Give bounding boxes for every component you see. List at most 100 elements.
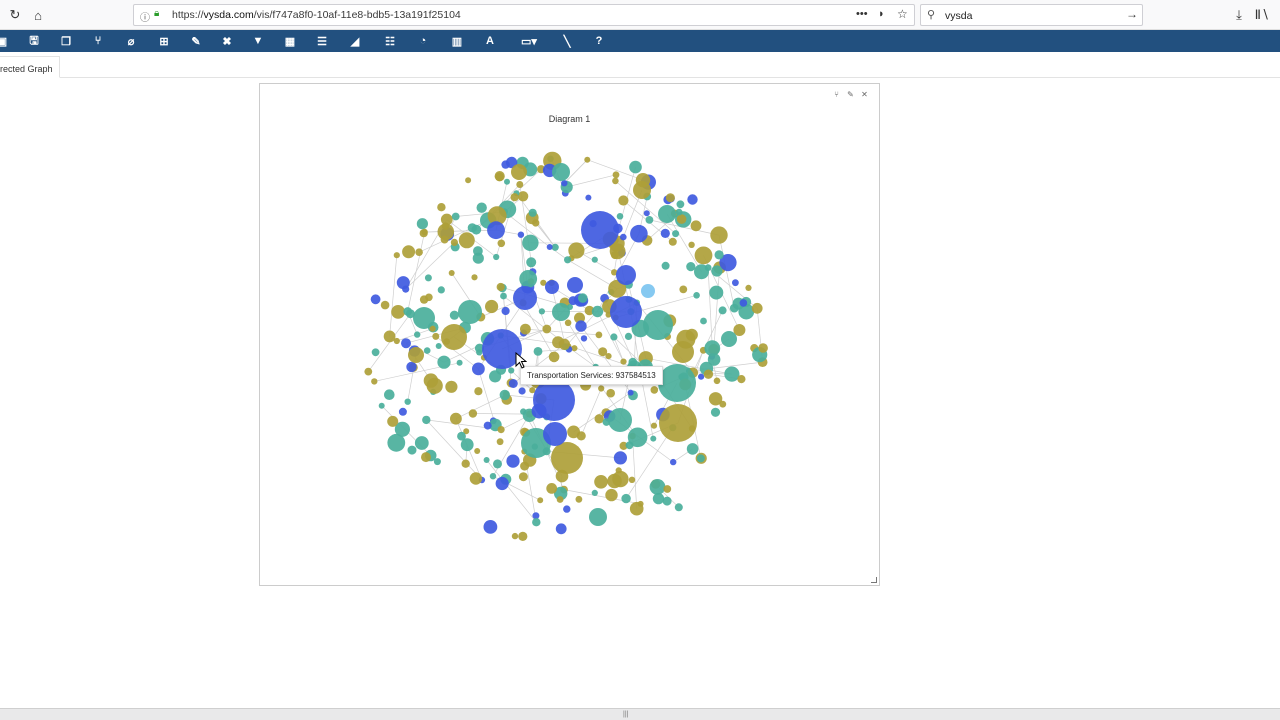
graph-node[interactable] — [696, 454, 705, 463]
graph-node[interactable] — [416, 218, 428, 230]
graph-node[interactable] — [404, 398, 411, 405]
graph-node[interactable] — [370, 294, 381, 305]
graph-node[interactable] — [414, 331, 421, 338]
graph-node[interactable] — [469, 472, 483, 485]
graph-node[interactable] — [421, 228, 428, 236]
graph-node[interactable] — [616, 265, 636, 285]
graph-node[interactable] — [542, 324, 552, 334]
graph-node[interactable] — [709, 285, 724, 300]
graph-node[interactable] — [620, 233, 627, 241]
graph-node[interactable] — [591, 305, 604, 318]
graph-node[interactable] — [575, 320, 587, 332]
graph-node[interactable] — [387, 415, 399, 427]
graph-node[interactable] — [474, 448, 481, 454]
graph-node[interactable] — [732, 279, 739, 287]
graph-node[interactable] — [703, 369, 714, 379]
graph-node[interactable] — [401, 338, 411, 349]
graph-node[interactable] — [658, 205, 676, 223]
graph-node[interactable] — [567, 277, 583, 293]
graph-node[interactable] — [694, 246, 713, 265]
graph-node[interactable] — [676, 214, 687, 224]
graph-node[interactable] — [458, 300, 482, 324]
graph-node[interactable] — [500, 292, 507, 300]
graph-node[interactable] — [526, 257, 537, 268]
graph-node[interactable] — [421, 452, 431, 463]
graph-node[interactable] — [615, 467, 622, 474]
graph-node[interactable] — [424, 274, 432, 282]
graph-node[interactable] — [688, 241, 695, 248]
graph-node[interactable] — [624, 332, 633, 340]
graph-node[interactable] — [435, 343, 442, 349]
graph-node[interactable] — [413, 307, 435, 329]
graph-node[interactable] — [713, 377, 721, 385]
graph-node[interactable] — [751, 302, 763, 314]
graph-node[interactable] — [686, 443, 699, 455]
graph-node[interactable] — [633, 181, 651, 199]
graph-node[interactable] — [711, 265, 723, 277]
graph-node[interactable] — [641, 284, 655, 298]
graph-node[interactable] — [581, 211, 619, 249]
graph-node[interactable] — [408, 347, 424, 363]
graph-node[interactable] — [450, 412, 462, 425]
graph-node[interactable] — [387, 433, 406, 452]
graph-node[interactable] — [714, 250, 724, 260]
graph-node[interactable] — [460, 438, 474, 452]
graph-node[interactable] — [594, 475, 608, 489]
graph-node[interactable] — [612, 177, 619, 185]
graph-node[interactable] — [693, 292, 700, 299]
graph-node[interactable] — [650, 435, 657, 442]
graph-node[interactable] — [643, 210, 650, 217]
graph-node[interactable] — [426, 377, 443, 394]
graph-node[interactable] — [668, 237, 677, 246]
graph-node[interactable] — [568, 242, 585, 259]
graph-node[interactable] — [485, 299, 499, 314]
graph-node[interactable] — [584, 156, 591, 163]
graph-node[interactable] — [483, 520, 498, 534]
graph-node[interactable] — [432, 332, 440, 340]
graph-node[interactable] — [384, 389, 395, 401]
graph-node[interactable] — [724, 366, 740, 382]
graph-node[interactable] — [396, 276, 410, 290]
graph-node[interactable] — [518, 472, 528, 482]
graph-node[interactable] — [528, 208, 537, 217]
graph-node[interactable] — [518, 531, 528, 542]
graph-node[interactable] — [517, 231, 525, 238]
graph-node[interactable] — [707, 353, 721, 366]
graph-node[interactable] — [495, 476, 509, 491]
graph-node[interactable] — [449, 310, 459, 320]
graph-node[interactable] — [414, 436, 429, 450]
graph-node[interactable] — [598, 347, 608, 357]
graph-node[interactable] — [543, 422, 567, 446]
graph-node[interactable] — [580, 335, 588, 342]
graph-node[interactable] — [371, 378, 378, 385]
graph-node[interactable] — [598, 385, 605, 392]
graph-node[interactable] — [415, 248, 423, 256]
graph-node[interactable] — [607, 473, 622, 489]
graph-node[interactable] — [621, 493, 631, 504]
graph-node[interactable] — [468, 409, 478, 418]
graph-node[interactable] — [661, 261, 670, 270]
graph-node[interactable] — [497, 426, 505, 434]
graph-node[interactable] — [391, 305, 405, 319]
graph-node[interactable] — [516, 181, 524, 188]
graph-node[interactable] — [721, 331, 737, 347]
graph-node[interactable] — [483, 457, 490, 463]
graph-node[interactable] — [594, 414, 604, 424]
graph-node[interactable] — [561, 180, 568, 187]
graph-node[interactable] — [508, 367, 515, 374]
graph-node[interactable] — [371, 348, 380, 357]
graph-node[interactable] — [613, 451, 628, 465]
graph-node[interactable] — [675, 208, 683, 216]
graph-node[interactable] — [548, 351, 560, 363]
graph-node[interactable] — [564, 256, 572, 264]
graph-node[interactable] — [511, 532, 519, 540]
graph-node[interactable] — [552, 303, 570, 321]
graph-node[interactable] — [628, 476, 636, 483]
graph-node[interactable] — [451, 212, 460, 221]
graph-node[interactable] — [461, 459, 470, 468]
graph-node[interactable] — [456, 359, 463, 366]
graph-node[interactable] — [672, 341, 694, 363]
graph-node[interactable] — [504, 178, 510, 185]
graph-node[interactable] — [608, 408, 632, 432]
graph-node[interactable] — [558, 338, 571, 350]
